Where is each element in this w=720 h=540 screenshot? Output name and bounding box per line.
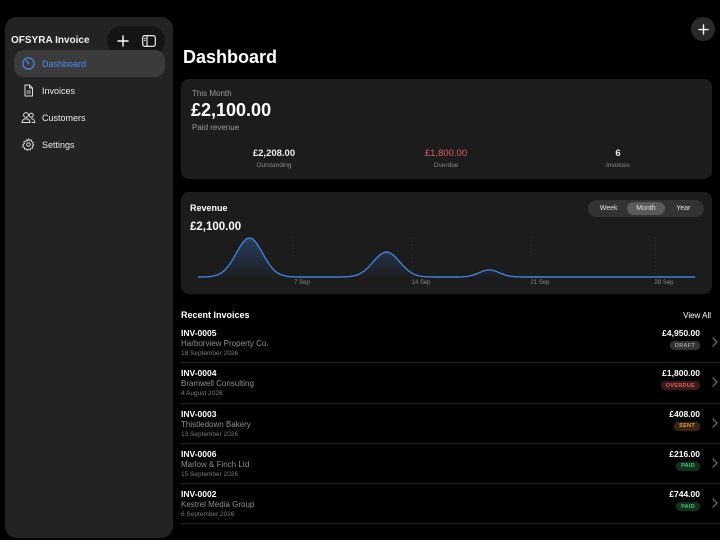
invoice-amount: £408.00 — [669, 408, 700, 419]
invoice-date: 18 September 2026 — [181, 350, 239, 357]
plus-icon — [697, 23, 709, 35]
invoice-number: INV-0006 — [181, 448, 217, 459]
sidebar-toggle-icon — [142, 35, 156, 47]
invoice-number: INV-0003 — [181, 408, 217, 419]
sidebar-item-label: Dashboard — [42, 58, 87, 69]
page-title: Dashboard — [183, 47, 278, 67]
invoice-amount: £744.00 — [669, 489, 700, 500]
invoice-row[interactable]: INV-0003 Thistledown Bakery 13 September… — [181, 404, 720, 444]
paid-revenue-label: Paid revenue — [192, 123, 240, 132]
people-icon — [20, 110, 36, 126]
invoice-client: Harborview Property Co. — [181, 339, 269, 348]
stat-label: Outstanding — [256, 162, 292, 169]
summary-card: This Month £2,100.00 Paid revenue £2,208… — [181, 79, 712, 179]
invoice-amount: £216.00 — [669, 448, 700, 459]
chevron-right-icon — [712, 337, 718, 347]
revenue-title: Revenue — [190, 203, 228, 213]
stat-overdue: £1,800.00 Overdue — [386, 148, 506, 169]
stat-value: 6 — [615, 148, 621, 159]
period-label: This Month — [192, 89, 232, 98]
period-segmented-control: Week Month Year — [588, 200, 704, 217]
invoice-date: 15 September 2026 — [181, 470, 239, 478]
paid-revenue-amount: £2,100.00 — [191, 100, 272, 120]
chevron-right-icon — [712, 417, 718, 428]
document-icon — [20, 83, 36, 99]
sidebar-item-invoices[interactable]: Invoices — [14, 77, 165, 104]
invoice-number: INV-0004 — [181, 368, 217, 379]
chevron-right-icon — [712, 377, 718, 387]
recent-invoices-title: Recent Invoices — [181, 310, 250, 320]
period-month-option[interactable]: Month — [627, 202, 665, 215]
status-badge: SENT — [674, 421, 700, 431]
stat-value: £2,208.00 — [252, 148, 296, 159]
chart-x-tick-label: 14 Sep — [411, 280, 431, 286]
revenue-chart: 7 Sep 14 Sep 21 Sep 28 Sep — [198, 237, 695, 286]
invoice-client: Bramwell Consulting — [181, 379, 254, 389]
chevron-right-icon — [712, 498, 718, 508]
dashboard-gauge-icon — [20, 56, 36, 72]
add-button[interactable] — [691, 17, 715, 41]
gear-icon — [20, 137, 36, 153]
invoice-amount: £4,950.00 — [662, 328, 700, 338]
sidebar-item-customers[interactable]: Customers — [14, 104, 165, 131]
sidebar: OFSYRA Invoice Dashboard Invoices Custom… — [5, 17, 173, 538]
period-year-option[interactable]: Year — [665, 202, 702, 215]
sidebar-item-label: Settings — [42, 139, 75, 150]
revenue-card: Revenue £2,100.00 Week Month Year 7 Sep 1… — [181, 192, 712, 294]
status-badge: PAID — [676, 502, 700, 512]
status-badge: DRAFT — [669, 341, 700, 350]
period-week-option[interactable]: Week — [590, 202, 627, 215]
sidebar-item-label: Customers — [42, 112, 86, 123]
invoice-row[interactable]: INV-0002 Kestrel Media Group 6 September… — [181, 484, 720, 525]
chart-x-tick-label: 28 Sep — [654, 280, 674, 286]
view-all-link[interactable]: View All — [683, 311, 711, 320]
revenue-area — [198, 238, 695, 277]
invoice-row[interactable]: INV-0006 Marlow & Finch Ltd 15 September… — [181, 444, 720, 485]
sidebar-item-settings[interactable]: Settings — [14, 131, 165, 158]
plus-icon — [117, 35, 129, 47]
sidebar-nav: Dashboard Invoices Customers Settings — [14, 50, 165, 158]
status-badge: OVERDUE — [660, 381, 700, 391]
invoice-date: 6 September 2026 — [181, 511, 235, 519]
invoice-row[interactable]: INV-0005 Harborview Property Co. 18 Sept… — [181, 323, 720, 364]
stat-invoices: 6 Invoices — [558, 148, 678, 169]
toggle-sidebar-button[interactable] — [139, 31, 159, 51]
invoice-client: Marlow & Finch Ltd — [181, 459, 250, 469]
sidebar-item-label: Invoices — [42, 85, 76, 96]
stat-label: Overdue — [433, 162, 459, 169]
invoice-date: 4 August 2026 — [181, 390, 223, 398]
stat-outstanding: £2,208.00 Outstanding — [214, 148, 334, 169]
invoice-date: 13 September 2026 — [181, 430, 239, 438]
app-title: OFSYRA Invoice — [11, 35, 90, 46]
chart-x-tick-label: 21 Sep — [530, 280, 550, 286]
chart-x-tick-label: 7 Sep — [294, 280, 310, 286]
invoice-client: Kestrel Media Group — [181, 500, 255, 510]
invoice-amount: £1,800.00 — [662, 368, 700, 379]
invoice-number: INV-0005 — [181, 328, 217, 338]
chevron-right-icon — [712, 458, 718, 468]
invoice-list: INV-0005 Harborview Property Co. 18 Sept… — [181, 323, 720, 525]
stat-value: £1,800.00 — [424, 148, 468, 159]
invoice-row[interactable]: INV-0004 Bramwell Consulting 4 August 20… — [181, 363, 720, 404]
new-invoice-button[interactable] — [113, 31, 133, 51]
invoice-number: INV-0002 — [181, 489, 217, 500]
stat-label: Invoices — [606, 162, 630, 169]
status-badge: PAID — [676, 461, 700, 471]
invoice-client: Thistledown Bakery — [181, 419, 251, 429]
sidebar-item-dashboard[interactable]: Dashboard — [14, 50, 165, 77]
